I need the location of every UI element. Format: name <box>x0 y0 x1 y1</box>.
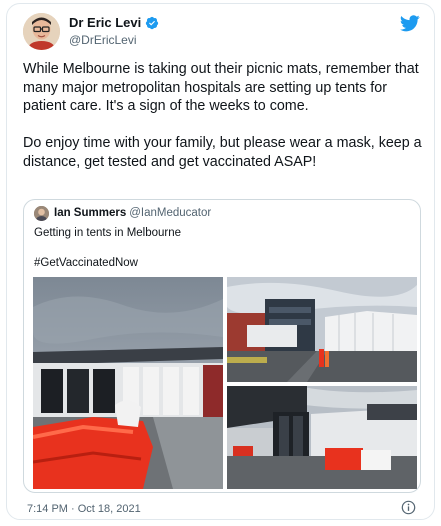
quoted-author-avatar[interactable] <box>34 206 49 221</box>
tweet-card[interactable]: Dr Eric Levi @DrEricLevi While Melbourne… <box>6 3 435 520</box>
tweet-timestamp[interactable]: 7:14 PM · Oct 18, 2021 <box>27 503 141 515</box>
author-handle[interactable]: @DrEricLevi <box>69 33 137 47</box>
author-name[interactable]: Dr Eric Levi <box>69 15 141 30</box>
author-avatar[interactable] <box>23 13 60 50</box>
verified-badge-icon <box>146 16 159 29</box>
twitter-bird-icon[interactable] <box>400 15 420 32</box>
tweet-paragraph-2: Do enjoy time with your family, but plea… <box>23 135 422 170</box>
quoted-author-handle[interactable]: @IanMeducator <box>129 207 211 219</box>
tweet-body: While Melbourne is taking out their picn… <box>23 60 423 171</box>
quoted-tweet-text: Getting in tents in Melbourne <box>34 227 182 239</box>
quoted-author-name[interactable]: Ian Summers <box>54 207 126 219</box>
info-icon[interactable] <box>401 500 416 515</box>
photo-hospital-tent[interactable] <box>227 277 417 382</box>
quoted-tweet[interactable]: Ian Summers @IanMeducator Getting in tent… <box>23 199 421 493</box>
photo-tent-barriers[interactable] <box>33 277 223 489</box>
quoted-tweet-hashtag[interactable]: #GetVaccinatedNow <box>34 257 138 269</box>
photo-tent-entrance[interactable] <box>227 386 417 489</box>
tweet-paragraph-1: While Melbourne is taking out their picn… <box>23 61 419 114</box>
